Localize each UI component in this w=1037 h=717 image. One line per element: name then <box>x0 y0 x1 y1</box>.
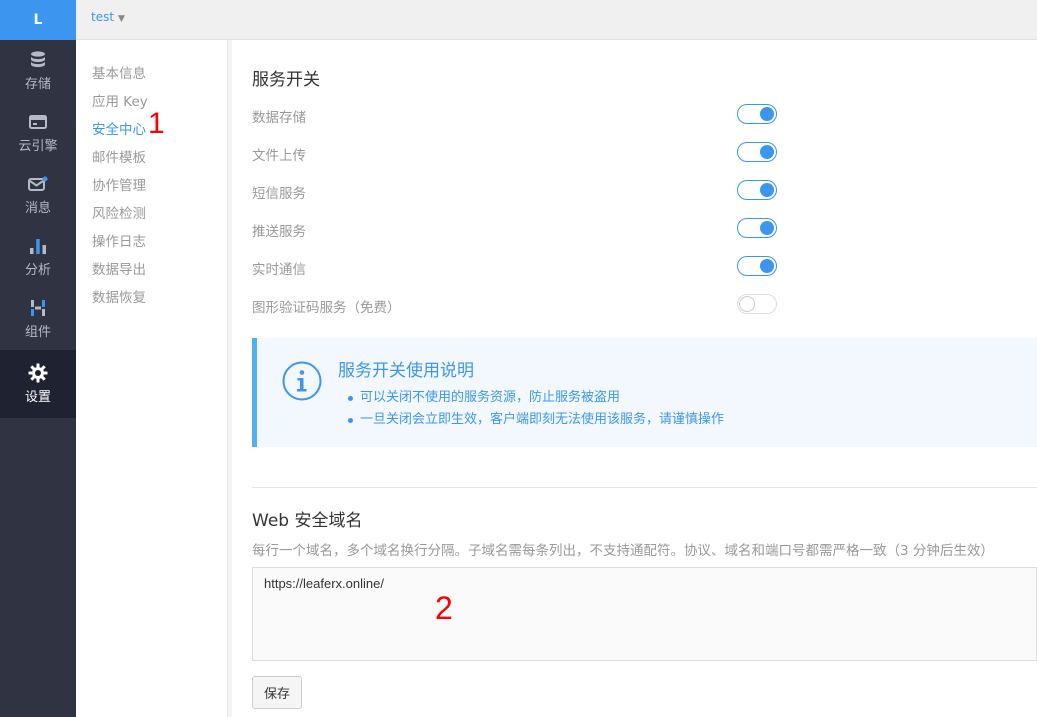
service-toggle-captcha[interactable] <box>737 294 777 314</box>
services-title: 服务开关 <box>252 70 320 90</box>
info-list-item: 一旦关闭会立即生效，客户端即刻无法使用该服务，请谨慎操作 <box>338 409 724 431</box>
subnav-item-operation-log[interactable]: 操作日志 <box>76 228 227 256</box>
subnav-item-risk-detection[interactable]: 风险检测 <box>76 200 227 228</box>
toggle-knob <box>760 259 774 273</box>
nav-item-label: 设置 <box>24 390 51 405</box>
save-button[interactable]: 保存 <box>252 676 302 709</box>
subnav-item-basic-info[interactable]: 基本信息 <box>76 60 227 88</box>
nav-item-cloud-engine[interactable]: 云引擎 <box>0 102 76 164</box>
info-list: 可以关闭不使用的服务资源，防止服务被盗用 一旦关闭会立即生效，客户端即刻无法使用… <box>338 387 724 431</box>
nav-item-label: 存储 <box>24 77 51 92</box>
app-name: test <box>91 10 115 24</box>
web-domain-input[interactable]: https://leaferx.online/ <box>252 567 1037 661</box>
toggle-knob <box>760 145 774 159</box>
service-label: 文件上传 <box>252 148 306 164</box>
service-row: 文件上传 <box>252 140 782 168</box>
service-row: 图形验证码服务（免费） <box>252 292 782 320</box>
app-logo[interactable]: L <box>0 0 76 40</box>
service-row: 数据存储 <box>252 102 782 130</box>
main-nav: L 存储 云引擎 消息 分析 组件 设置 <box>0 0 76 717</box>
service-toggle-sms[interactable] <box>737 180 777 200</box>
subnav-item-data-restore[interactable]: 数据恢复 <box>76 284 227 312</box>
info-callout: 服务开关使用说明 可以关闭不使用的服务资源，防止服务被盗用 一旦关闭会立即生效，… <box>252 338 1037 447</box>
service-toggle-realtime[interactable] <box>737 256 777 276</box>
service-row: 推送服务 <box>252 216 782 244</box>
service-label: 数据存储 <box>252 110 306 126</box>
service-label: 图形验证码服务（免费） <box>252 300 401 316</box>
nav-item-label: 分析 <box>24 263 51 278</box>
caret-down-icon: ▼ <box>118 14 125 24</box>
gear-icon <box>28 363 48 383</box>
nav-item-settings[interactable]: 设置 <box>0 350 76 418</box>
app-root: L 存储 云引擎 消息 分析 组件 设置 test ▼ 基本信息 应用 Key … <box>0 0 1037 717</box>
service-label: 短信服务 <box>252 186 306 202</box>
info-title: 服务开关使用说明 <box>338 361 474 381</box>
toggle-knob <box>739 296 755 312</box>
section-divider <box>252 487 1037 488</box>
message-icon <box>28 174 48 194</box>
nav-item-label: 消息 <box>24 201 51 216</box>
toggle-knob <box>760 107 774 121</box>
components-icon <box>28 298 48 318</box>
settings-subnav: 基本信息 应用 Key 安全中心 邮件模板 协作管理 风险检测 操作日志 数据导… <box>76 40 228 717</box>
annotation-mark-2: 2 <box>435 590 453 626</box>
service-row: 实时通信 <box>252 254 782 282</box>
web-domain-title: Web 安全域名 <box>252 511 363 531</box>
top-bar: test ▼ <box>76 0 1037 40</box>
main-content: 服务开关 数据存储 文件上传 短信服务 推送服务 实时通信 图形验证码服务（免费… <box>232 40 1037 717</box>
info-icon <box>282 361 322 401</box>
bar-chart-icon <box>28 236 48 256</box>
toggle-knob <box>760 221 774 235</box>
web-domain-description: 每行一个域名，多个域名换行分隔。子域名需每条列出，不支持通配符。协议、域名和端口… <box>252 543 994 559</box>
database-icon <box>28 50 48 70</box>
service-toggle-push[interactable] <box>737 218 777 238</box>
service-row: 短信服务 <box>252 178 782 206</box>
cloud-engine-icon <box>28 112 48 132</box>
nav-item-message[interactable]: 消息 <box>0 164 76 226</box>
subnav-item-email-templates[interactable]: 邮件模板 <box>76 144 227 172</box>
info-list-item: 可以关闭不使用的服务资源，防止服务被盗用 <box>338 387 724 409</box>
annotation-mark-1: 1 <box>148 107 165 140</box>
nav-item-components[interactable]: 组件 <box>0 288 76 350</box>
app-selector[interactable]: test ▼ <box>91 10 125 24</box>
service-label: 实时通信 <box>252 262 306 278</box>
nav-item-label: 云引擎 <box>18 139 58 154</box>
toggle-knob <box>760 183 774 197</box>
nav-item-analytics[interactable]: 分析 <box>0 226 76 288</box>
subnav-item-data-export[interactable]: 数据导出 <box>76 256 227 284</box>
service-toggle-data-storage[interactable] <box>737 104 777 124</box>
service-toggle-file-upload[interactable] <box>737 142 777 162</box>
service-label: 推送服务 <box>252 224 306 240</box>
nav-item-label: 组件 <box>24 325 51 340</box>
subnav-item-collaboration[interactable]: 协作管理 <box>76 172 227 200</box>
nav-item-storage[interactable]: 存储 <box>0 40 76 102</box>
